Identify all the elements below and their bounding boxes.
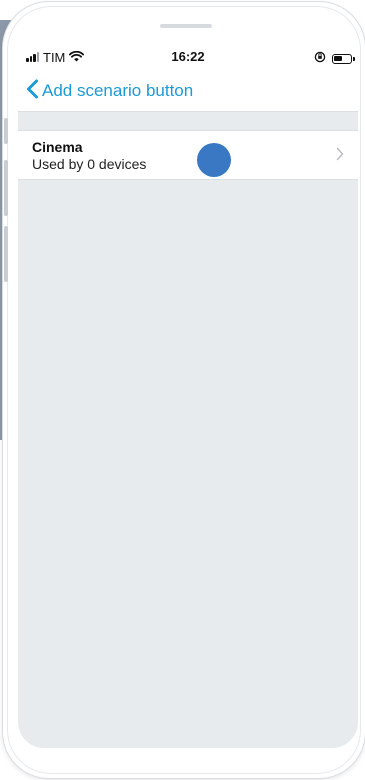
status-bar: TIM 16:22 [18, 44, 358, 72]
volume-down-button [4, 226, 8, 282]
status-right [314, 50, 355, 68]
list-item-title: Cinema [32, 139, 83, 155]
phone-screen: TIM 16:22 Add scenario button Cinema Use… [18, 44, 358, 748]
back-button-label: Add scenario button [42, 81, 194, 100]
navigation-bar: Add scenario button [18, 72, 358, 112]
back-button[interactable]: Add scenario button [26, 78, 193, 104]
list-item-subtitle: Used by 0 devices [32, 156, 147, 172]
status-time: 16:22 [171, 49, 205, 64]
battery-icon [332, 54, 355, 64]
touch-indicator [197, 143, 231, 177]
chevron-right-icon [336, 147, 344, 166]
stage: TIM 16:22 Add scenario button Cinema Use… [0, 0, 365, 780]
list-item-cinema[interactable]: Cinema Used by 0 devices [18, 131, 358, 179]
orientation-lock-icon [314, 50, 326, 68]
earpiece-speaker [160, 24, 212, 28]
mute-switch [4, 118, 8, 144]
chevron-left-icon [26, 79, 39, 104]
scenario-list: Cinema Used by 0 devices [18, 130, 358, 180]
volume-up-button [4, 160, 8, 216]
